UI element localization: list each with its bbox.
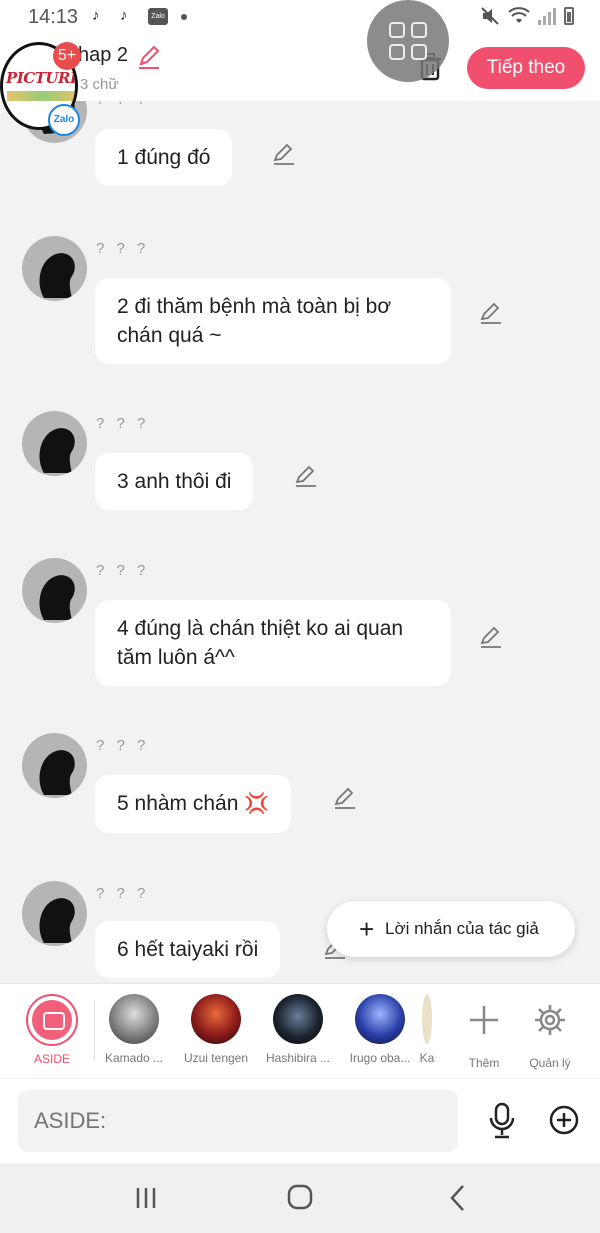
character-avatar[interactable] — [22, 236, 87, 301]
chat-head-picture-text: PICTURE — [6, 69, 78, 87]
add-circle-icon[interactable] — [548, 1104, 580, 1136]
character-name: ASIDE — [33, 1052, 70, 1066]
silhouette-icon — [39, 253, 75, 298]
system-icons — [480, 6, 574, 26]
zalo-chat-head[interactable]: PICTURE 5+ Zalo — [0, 40, 82, 136]
battery-icon — [564, 7, 574, 25]
aside-icon-inner — [32, 1000, 72, 1040]
recent-apps-icon[interactable] — [126, 1183, 166, 1213]
character-name: Kamado ... — [104, 1051, 164, 1065]
character-avatar — [109, 994, 159, 1044]
character-avatar[interactable] — [22, 558, 87, 623]
sender-name: ? ? ? — [96, 885, 150, 902]
tiktok-icon: ♪ — [92, 7, 100, 24]
grid-icon-cell — [411, 22, 427, 38]
grid-icon-cell — [411, 44, 427, 60]
manage-label: Quản lý — [529, 1056, 571, 1070]
message-bubble[interactable]: 1 đúng đó — [95, 129, 233, 186]
silhouette-icon — [39, 575, 75, 620]
edit-message-icon[interactable] — [293, 463, 319, 489]
character-item[interactable]: Hashibira ... — [258, 994, 338, 1065]
author-note-button[interactable]: + Lời nhắn của tác giả — [327, 901, 575, 957]
grid-icon-cell — [389, 44, 405, 60]
message-input[interactable] — [18, 1090, 458, 1152]
home-icon[interactable] — [280, 1183, 320, 1213]
status-bar: 14:13 ♪ ♪ Zalo — [0, 0, 600, 34]
character-bar: ASIDE Kamado ... Uzui tengen Hashibira .… — [0, 983, 600, 1078]
sender-name: ? ? ? — [96, 240, 150, 257]
message-bubble[interactable]: 6 hết taiyaki rồi — [95, 921, 281, 978]
message-bubble[interactable]: 5 nhàm chán 💢 — [95, 775, 292, 833]
manage-characters-button[interactable]: Quản lý — [510, 994, 590, 1070]
tiktok-icon: ♪ — [120, 7, 128, 24]
grid-icon — [389, 22, 405, 38]
zalo-logo-icon: Zalo — [48, 104, 80, 136]
word-count: 3 chữ — [80, 76, 119, 93]
character-avatar — [273, 994, 323, 1044]
wifi-icon — [508, 7, 530, 23]
plus-icon — [470, 1006, 498, 1034]
edit-message-icon[interactable] — [478, 624, 504, 650]
edit-message-icon[interactable] — [478, 300, 504, 326]
chat-area[interactable]: ? ? ? 1 đúng đó ? ? ? 2 đi thăm bệnh mà … — [0, 101, 600, 983]
chapter-title[interactable]: hap 2 — [78, 44, 128, 67]
character-item[interactable]: Irugo oba... — [340, 994, 420, 1065]
edit-message-icon[interactable] — [332, 785, 358, 811]
anger-emoji: 💢 — [244, 793, 270, 815]
more-notifications-dot — [181, 14, 187, 20]
system-nav-bar — [0, 1163, 600, 1233]
notification-badge: 5+ — [53, 42, 81, 70]
back-icon[interactable] — [438, 1183, 478, 1213]
character-avatar — [422, 994, 432, 1044]
edit-message-icon[interactable] — [271, 141, 297, 167]
character-item[interactable]: Ka — [412, 994, 442, 1065]
character-item[interactable]: Uzui tengen — [176, 994, 256, 1065]
silhouette-icon — [39, 428, 75, 473]
plus-icon: + — [359, 914, 375, 944]
character-avatar — [355, 994, 405, 1044]
character-aside[interactable]: ASIDE — [12, 994, 92, 1066]
chat-head-decoration — [7, 91, 75, 101]
microphone-icon[interactable] — [486, 1101, 518, 1141]
author-note-label: Lời nhắn của tác giả — [385, 919, 539, 938]
message-bubble[interactable]: 3 anh thôi đi — [95, 453, 254, 510]
message-text: 5 nhàm chán — [117, 792, 239, 815]
message-bubble[interactable]: 2 đi thăm bệnh mà toàn bị bơ chán quá ~ — [95, 278, 451, 364]
gear-icon — [535, 1005, 565, 1035]
mute-icon — [481, 7, 499, 25]
character-name: Hashibira ... — [265, 1051, 331, 1065]
character-name: Ka — [419, 1051, 435, 1065]
signal-icon — [538, 7, 556, 25]
sender-name: ? ? ? — [96, 737, 150, 754]
character-item[interactable]: Kamado ... — [94, 994, 174, 1065]
silhouette-icon — [39, 898, 75, 943]
sender-name: ? ? ? — [96, 101, 149, 108]
status-time: 14:13 — [28, 6, 79, 28]
silhouette-icon — [39, 750, 75, 795]
character-avatar — [191, 994, 241, 1044]
sender-name: ? ? ? — [96, 562, 150, 579]
next-button[interactable]: Tiếp theo — [467, 47, 585, 89]
character-avatar[interactable] — [22, 411, 87, 476]
floating-grid-button[interactable] — [367, 0, 449, 82]
message-input-row — [0, 1078, 600, 1163]
message-bubble[interactable]: 4 đúng là chán thiệt ko ai quan tăm luôn… — [95, 600, 451, 686]
editor-header: hap 2 3 chữ Tiếp theo — [0, 34, 600, 101]
sender-name: ? ? ? — [96, 415, 150, 432]
character-avatar[interactable] — [22, 733, 87, 798]
zalo-notification-icon: Zalo — [148, 8, 168, 25]
character-avatar[interactable] — [22, 881, 87, 946]
character-name: Irugo oba... — [349, 1051, 411, 1065]
character-name: Uzui tengen — [183, 1051, 249, 1065]
aside-icon — [26, 994, 78, 1046]
edit-title-icon[interactable] — [136, 44, 162, 70]
